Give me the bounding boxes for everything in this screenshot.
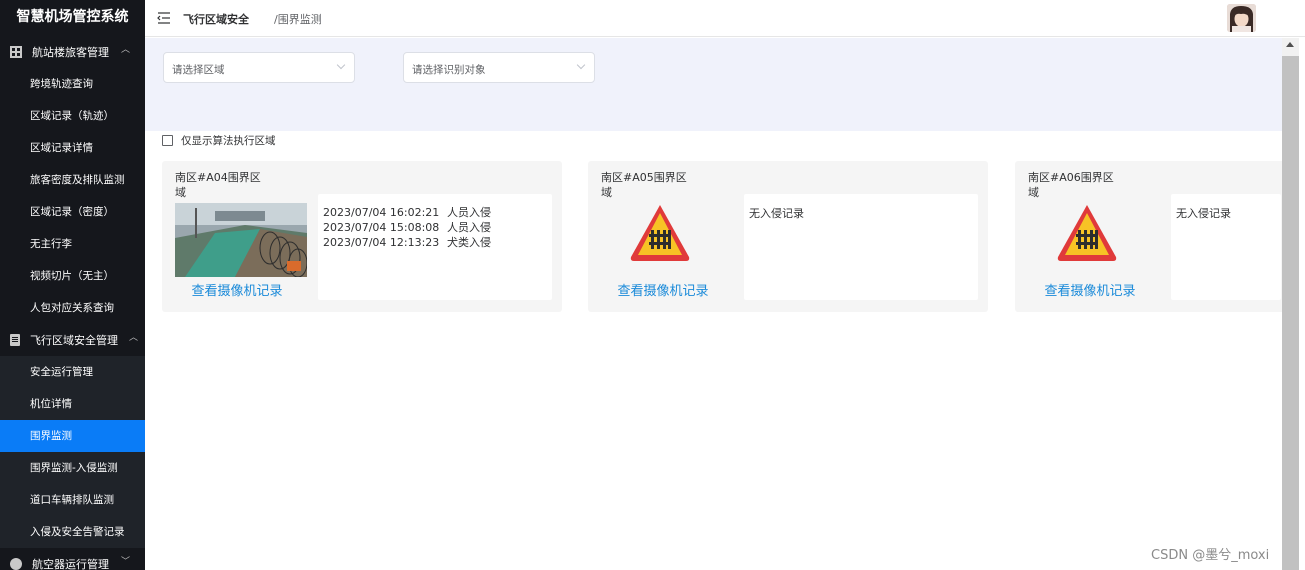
sidebar-item[interactable]: 区域记录（密度） <box>0 196 145 228</box>
no-records-text: 无入侵记录 <box>1176 207 1231 220</box>
breadcrumb-parent[interactable]: 飞行区域安全 <box>183 11 249 27</box>
fence-warning-icon <box>630 205 690 261</box>
document-icon <box>10 334 20 346</box>
card-title: 南区#A04围界区域 <box>175 171 261 199</box>
record-row: 2023/07/04 15:08:08 人员入侵 <box>323 221 491 234</box>
sidebar-group-airside[interactable]: 飞行区域安全管理 ︿ <box>0 324 145 356</box>
sidebar-item[interactable]: 视频切片（无主） <box>0 260 145 292</box>
app-title: 智慧机场管控系统 <box>16 9 129 25</box>
sidebar-item[interactable]: 安全运行管理 <box>0 356 145 388</box>
sidebar-group-label: 飞行区域安全管理 <box>30 334 118 347</box>
sidebar-item[interactable]: 旅客密度及排队监测 <box>0 164 145 196</box>
card-title: 南区#A06围界区域 <box>1028 171 1114 199</box>
sidebar-item[interactable]: 道口车辆排队监测 <box>0 484 145 516</box>
chevron-up-icon: ︿ <box>129 333 139 343</box>
target-select-placeholder: 请选择识别对象 <box>412 64 486 76</box>
sidebar-item[interactable]: 入侵及安全告警记录 <box>0 516 145 548</box>
record-row: 2023/07/04 16:02:21 人员入侵 <box>323 206 491 219</box>
sidebar-item[interactable]: 机位详情 <box>0 388 145 420</box>
grid-icon <box>10 46 22 58</box>
sidebar-submenu: 安全运行管理 机位详情 围界监测 围界监测-入侵监测 道口车辆排队监测 入侵及安… <box>0 356 145 548</box>
camera-snapshot[interactable] <box>175 203 307 277</box>
target-select[interactable]: 请选择识别对象 <box>403 52 595 83</box>
chevron-down-icon <box>576 60 586 70</box>
avatar[interactable] <box>1227 4 1256 32</box>
checkbox-label: 仅显示算法执行区域 <box>181 135 276 147</box>
avatar-image <box>1227 4 1256 32</box>
fence-warning-icon <box>1057 205 1117 261</box>
sidebar-group-aircraft[interactable]: 航空器运行管理 ﹀ <box>0 548 145 570</box>
menu-fold-icon[interactable] <box>157 11 171 25</box>
sidebar-item[interactable]: 无主行李 <box>0 228 145 260</box>
sidebar-item[interactable]: 跨境轨迹查询 <box>0 68 145 100</box>
card-title: 南区#A05围界区域 <box>601 171 687 199</box>
chevron-up-icon: ︿ <box>121 45 131 55</box>
vertical-scrollbar[interactable] <box>1282 38 1299 570</box>
sidebar-item[interactable]: 人包对应关系查询 <box>0 292 145 324</box>
view-camera-records-link[interactable]: 查看摄像机记录 <box>588 280 738 299</box>
fence-card: 南区#A04围界区域 查看摄像机记录 2023/07/04 16:02:21 人员… <box>162 161 562 312</box>
algorithm-region-filter[interactable]: 仅显示算法执行区域 <box>162 133 276 148</box>
intrusion-records: 无入侵记录 <box>744 194 978 300</box>
view-camera-records-link[interactable]: 查看摄像机记录 <box>1015 280 1165 299</box>
scroll-up-arrow-icon[interactable] <box>1286 42 1294 47</box>
region-select-placeholder: 请选择区域 <box>172 64 225 76</box>
no-records-text: 无入侵记录 <box>749 207 804 220</box>
chevron-down-icon <box>336 60 346 70</box>
intrusion-records: 2023/07/04 16:02:21 人员入侵 2023/07/04 15:08… <box>318 194 552 300</box>
filter-bar: 请选择区域 请选择识别对象 <box>145 38 1282 131</box>
record-row: 2023/07/04 12:13:23 犬类入侵 <box>323 236 491 249</box>
sidebar-item[interactable]: 区域记录（轨迹） <box>0 100 145 132</box>
view-camera-records-link[interactable]: 查看摄像机记录 <box>162 280 312 299</box>
sidebar-item[interactable]: 围界监测-入侵监测 <box>0 452 145 484</box>
region-select[interactable]: 请选择区域 <box>163 52 355 83</box>
checkbox[interactable] <box>162 135 173 146</box>
fence-card: 南区#A05围界区域 查看摄像机记录 无入侵记录 <box>588 161 988 312</box>
sidebar-item[interactable]: 区域记录详情 <box>0 132 145 164</box>
intrusion-records: 无入侵记录 <box>1171 194 1281 300</box>
sidebar-group-label: 航站楼旅客管理 <box>32 46 109 59</box>
sidebar: 智慧机场管控系统 航站楼旅客管理 ︿ 跨境轨迹查询 区域记录（轨迹） 区域记录详… <box>0 0 145 570</box>
sidebar-group-label: 航空器运行管理 <box>32 558 109 570</box>
sidebar-group-terminal[interactable]: 航站楼旅客管理 ︿ <box>0 36 145 68</box>
plane-icon <box>10 558 22 570</box>
topbar: 飞行区域安全 /围界监测 <box>145 0 1305 37</box>
watermark: CSDN @墨兮_moxi <box>1151 548 1270 563</box>
scrollbar-thumb[interactable] <box>1282 56 1299 570</box>
fence-card: 南区#A06围界区域 查看摄像机记录 无入侵记录 <box>1015 161 1282 312</box>
main-content: 请选择区域 请选择识别对象 仅显示算法执行区域 南区#A04围界区域 查看摄像机… <box>145 38 1282 570</box>
chevron-down-icon: ﹀ <box>121 557 131 567</box>
breadcrumb-current: /围界监测 <box>274 13 322 26</box>
sidebar-item-active[interactable]: 围界监测 <box>0 420 145 452</box>
